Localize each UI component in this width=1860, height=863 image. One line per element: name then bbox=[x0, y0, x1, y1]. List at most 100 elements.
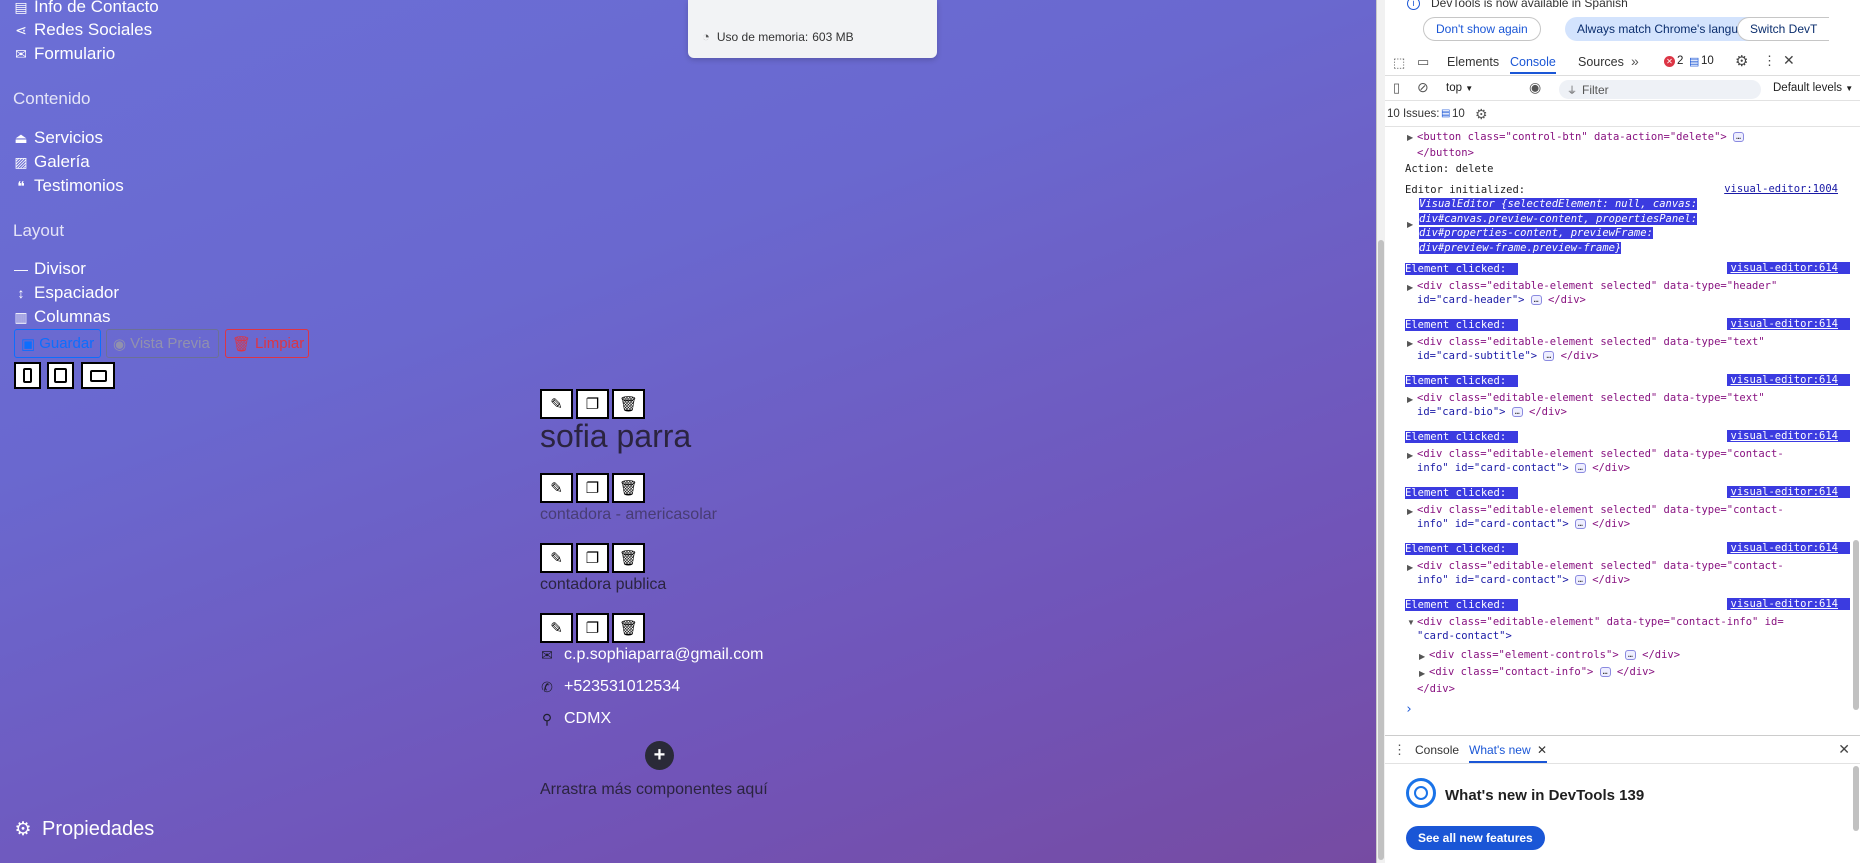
sidebar-toggle-icon[interactable]: ▯ bbox=[1393, 80, 1400, 96]
drawer-scrollbar[interactable] bbox=[1853, 766, 1859, 831]
ellipsis-badge[interactable]: … bbox=[1733, 132, 1744, 142]
inspect-icon[interactable]: ⬚ bbox=[1393, 55, 1405, 71]
delete-button[interactable]: 🗑 bbox=[612, 389, 645, 419]
device-toggle-icon[interactable]: ▭ bbox=[1417, 54, 1429, 70]
scrollbar-thumb[interactable] bbox=[1378, 240, 1384, 860]
ellipsis-badge[interactable]: … bbox=[1543, 351, 1555, 361]
tablet-view-button[interactable] bbox=[47, 362, 74, 389]
save-label: Guardar bbox=[39, 335, 95, 352]
tab-elements[interactable]: Elements bbox=[1447, 55, 1499, 69]
drawer-menu-icon[interactable]: ⋮ bbox=[1393, 742, 1406, 758]
more-tabs-icon[interactable]: » bbox=[1631, 53, 1639, 69]
sidebar-item-form[interactable]: ✉ Formulario bbox=[13, 44, 115, 64]
expand-triangle-icon[interactable]: ▶ bbox=[1407, 563, 1413, 572]
ellipsis-badge[interactable]: … bbox=[1624, 650, 1636, 660]
expand-triangle-icon[interactable]: ▶ bbox=[1407, 339, 1413, 348]
edit-button[interactable]: ✎ bbox=[540, 389, 573, 419]
preview-label: Vista Previa bbox=[130, 335, 210, 352]
eye-icon[interactable]: ◉ bbox=[1529, 79, 1541, 96]
page-scrollbar[interactable] bbox=[1377, 0, 1385, 863]
sidebar-item-label: Divisor bbox=[34, 259, 86, 278]
error-icon[interactable]: ✕ bbox=[1664, 56, 1675, 67]
issues-count[interactable]: 10 bbox=[1452, 108, 1465, 120]
source-link[interactable]: visual-editor:614 bbox=[1726, 318, 1850, 330]
see-all-features-button[interactable]: See all new features bbox=[1406, 826, 1545, 850]
edit-button[interactable]: ✎ bbox=[540, 473, 573, 503]
expand-triangle-icon[interactable]: ▶ bbox=[1407, 283, 1413, 292]
edit-button[interactable]: ✎ bbox=[540, 613, 573, 643]
duplicate-button[interactable]: ❐ bbox=[576, 543, 609, 573]
log-text: div#canvas.preview-content, propertiesPa… bbox=[1419, 212, 1698, 225]
card-header[interactable]: sofia parra bbox=[540, 418, 691, 455]
save-button[interactable]: ▣ Guardar bbox=[14, 329, 101, 358]
source-link[interactable]: visual-editor:614 bbox=[1726, 598, 1850, 610]
context-selector[interactable]: top ▼ bbox=[1446, 82, 1473, 94]
expand-triangle-icon[interactable]: ▶ bbox=[1407, 133, 1413, 142]
dont-show-again-button[interactable]: Don't show again bbox=[1423, 17, 1541, 41]
expand-triangle-icon[interactable]: ▶ bbox=[1419, 669, 1425, 678]
ellipsis-badge[interactable]: … bbox=[1575, 519, 1586, 529]
tab-sources[interactable]: Sources bbox=[1578, 55, 1624, 69]
source-link[interactable]: visual-editor:614 bbox=[1726, 374, 1850, 386]
source-link[interactable]: visual-editor:614 bbox=[1726, 430, 1850, 442]
delete-button[interactable]: 🗑 bbox=[612, 613, 645, 643]
copy-icon: ❐ bbox=[585, 620, 600, 637]
source-link[interactable]: visual-editor:614 bbox=[1726, 542, 1850, 554]
duplicate-button[interactable]: ❐ bbox=[576, 613, 609, 643]
console-scrollbar[interactable] bbox=[1852, 130, 1860, 730]
more-options-icon[interactable]: ⋮ bbox=[1763, 53, 1776, 69]
expand-triangle-icon[interactable]: ▶ bbox=[1419, 652, 1425, 661]
duplicate-button[interactable]: ❐ bbox=[576, 473, 609, 503]
console-prompt[interactable]: › bbox=[1405, 703, 1845, 717]
issue-icon[interactable]: ▤ bbox=[1689, 55, 1699, 68]
map-pin-icon: ⚲ bbox=[541, 710, 553, 727]
ellipsis-badge[interactable]: … bbox=[1575, 463, 1586, 473]
ellipsis-badge[interactable]: … bbox=[1530, 295, 1542, 305]
delete-button[interactable]: 🗑 bbox=[612, 543, 645, 573]
sidebar-item-gallery[interactable]: ▨ Galería bbox=[13, 152, 89, 172]
clear-button[interactable]: 🗑 Limpiar bbox=[225, 329, 309, 358]
sidebar-item-spacer[interactable]: ↕ Espaciador bbox=[13, 283, 120, 303]
sidebar-item-contact-info[interactable]: ▤ Info de Contacto bbox=[13, 0, 158, 17]
card-bio[interactable]: contadora publica bbox=[540, 576, 666, 594]
drawer-tab-whats-new[interactable]: What's new ✕ bbox=[1469, 743, 1548, 763]
mobile-view-button[interactable] bbox=[14, 362, 41, 389]
edit-button[interactable]: ✎ bbox=[540, 543, 573, 573]
sidebar-item-services[interactable]: ⏏ Servicios bbox=[13, 128, 103, 148]
expand-triangle-icon[interactable]: ▶ bbox=[1407, 507, 1413, 516]
close-drawer-icon[interactable]: ✕ bbox=[1838, 741, 1850, 758]
settings-icon[interactable]: ⚙ bbox=[1475, 106, 1488, 123]
ellipsis-badge[interactable]: … bbox=[1575, 575, 1586, 585]
collapse-triangle-icon[interactable]: ▼ bbox=[1407, 618, 1415, 627]
clear-console-icon[interactable]: ⊘ bbox=[1417, 79, 1429, 96]
log-levels-select[interactable]: Default levels ▼ bbox=[1773, 82, 1853, 94]
close-devtools-icon[interactable]: ✕ bbox=[1783, 52, 1795, 69]
source-link[interactable]: visual-editor:614 bbox=[1726, 486, 1850, 498]
tab-console[interactable]: Console bbox=[1510, 55, 1556, 74]
section-title-content: Contenido bbox=[13, 89, 91, 108]
duplicate-button[interactable]: ❐ bbox=[576, 389, 609, 419]
desktop-view-button[interactable] bbox=[81, 362, 115, 389]
ellipsis-badge[interactable]: … bbox=[1511, 407, 1523, 417]
expand-triangle-icon[interactable]: ▶ bbox=[1407, 395, 1413, 404]
close-tab-icon[interactable]: ✕ bbox=[1537, 743, 1547, 757]
log-text: </div> bbox=[1529, 406, 1567, 418]
card-subtitle[interactable]: contadora - americasolar bbox=[540, 506, 717, 524]
sidebar-item-columns[interactable]: ▥ Columnas bbox=[13, 307, 110, 327]
drawer-tab-console[interactable]: Console bbox=[1415, 743, 1459, 757]
sidebar-item-divider[interactable]: — Divisor bbox=[13, 259, 86, 279]
expand-triangle-icon[interactable]: ▶ bbox=[1407, 451, 1413, 460]
settings-icon[interactable]: ⚙ bbox=[1735, 52, 1748, 70]
add-component-button[interactable]: + bbox=[645, 741, 674, 770]
source-link[interactable]: visual-editor:614 bbox=[1726, 262, 1850, 274]
sidebar-item-social[interactable]: ⋖ Redes Sociales bbox=[13, 20, 152, 40]
delete-button[interactable]: 🗑 bbox=[612, 473, 645, 503]
expand-triangle-icon[interactable]: ▶ bbox=[1407, 220, 1413, 229]
ellipsis-badge[interactable]: … bbox=[1599, 667, 1611, 677]
preview-button[interactable]: ◉ Vista Previa bbox=[106, 329, 219, 358]
switch-devtools-button[interactable]: Switch DevT bbox=[1737, 17, 1830, 41]
scrollbar-thumb[interactable] bbox=[1853, 540, 1859, 710]
filter-input[interactable]: ⏚ Filter bbox=[1559, 80, 1761, 99]
source-link[interactable]: visual-editor:1004 bbox=[1724, 183, 1838, 195]
sidebar-item-testimonials[interactable]: ❝ Testimonios bbox=[13, 176, 124, 196]
